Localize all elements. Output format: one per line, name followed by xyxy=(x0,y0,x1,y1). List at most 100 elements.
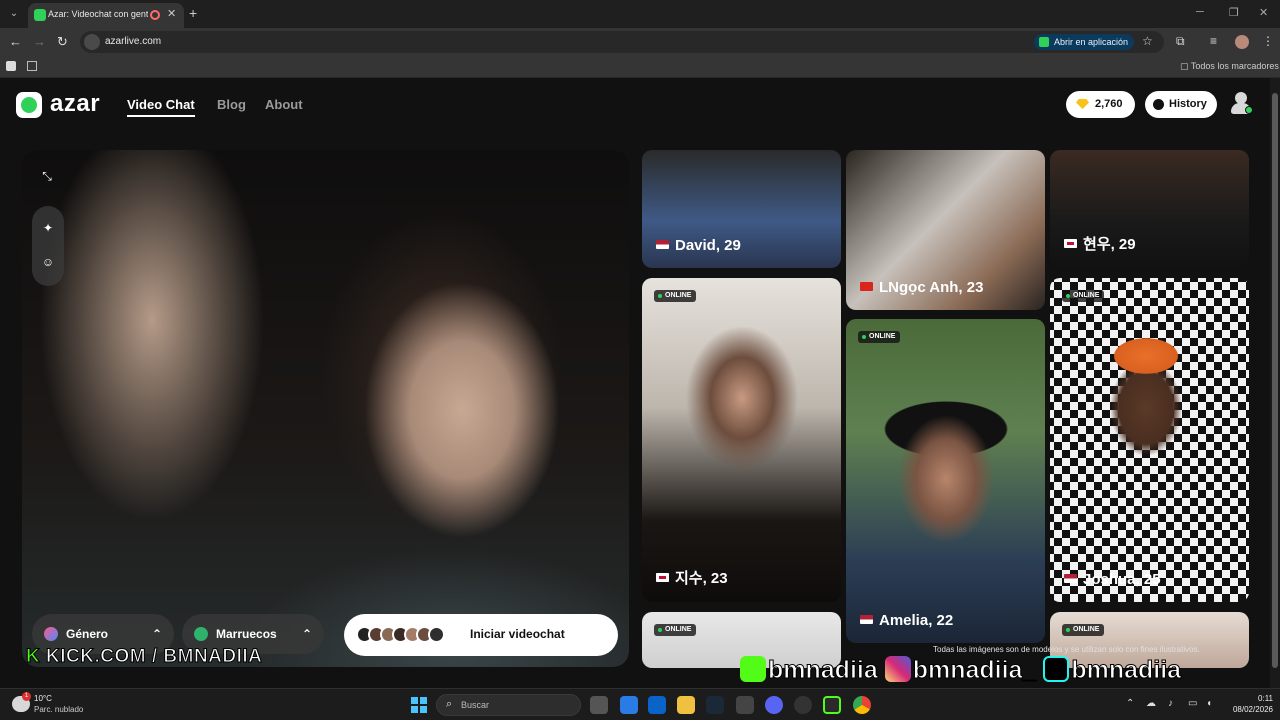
close-tab-icon[interactable]: ✕ xyxy=(167,7,176,20)
site-info-icon[interactable] xyxy=(84,34,100,50)
kr-flag-icon xyxy=(1064,239,1077,248)
profile-name-text: LNgọc Anh, 23 xyxy=(879,279,984,296)
profile-card[interactable]: ONLINE Amelia, 22 xyxy=(846,319,1045,643)
tray-chevron-up-icon[interactable]: ⌃ xyxy=(1126,698,1134,709)
globe-icon xyxy=(194,627,208,641)
taskbar-search[interactable]: ⌕ Buscar xyxy=(436,694,581,716)
recording-icon xyxy=(150,10,160,20)
kick-logo-icon xyxy=(740,656,766,682)
kick-k-logo: K xyxy=(25,646,41,668)
apps-grid-icon[interactable] xyxy=(27,61,37,71)
network-icon[interactable]: ▭ xyxy=(1188,698,1197,709)
online-badge: ONLINE xyxy=(1062,290,1105,302)
tiktok-handle: bmnadiia xyxy=(1071,656,1182,685)
store-icon[interactable] xyxy=(620,696,638,714)
avatar xyxy=(428,626,445,643)
back-icon[interactable]: ← xyxy=(9,34,22,49)
cloud-icon[interactable]: ☁ xyxy=(1146,698,1156,709)
azar-logo[interactable]: azar xyxy=(50,90,100,118)
search-placeholder: Buscar xyxy=(461,700,490,710)
kr-flag-icon xyxy=(656,573,669,582)
minimize-video-icon[interactable]: ⤡ xyxy=(36,165,58,187)
profile-name-text: Joshua, 25 xyxy=(1083,571,1161,588)
profile-card[interactable]: ONLINE 지수, 23 xyxy=(642,278,841,602)
open-in-app-button[interactable]: Abrir en aplicación xyxy=(1034,34,1135,50)
instagram-logo-icon xyxy=(884,656,911,682)
chevron-up-icon: ⌃ xyxy=(301,627,312,641)
address-toolbar: ← → ↻ azarlive.com Abrir en aplicación ☆… xyxy=(0,28,1280,56)
user-account-icon[interactable] xyxy=(1230,92,1253,116)
nav-active-underline xyxy=(127,115,195,117)
task-view-icon[interactable] xyxy=(590,696,608,714)
profile-name: 지수, 23 xyxy=(656,567,728,588)
taskbar-time[interactable]: 0:11 xyxy=(1245,694,1273,703)
history-label: History xyxy=(1169,98,1207,110)
search-icon: ⌕ xyxy=(446,698,453,710)
menu-icon[interactable]: ⋮ xyxy=(1262,34,1274,48)
profile-card[interactable]: David, 29 xyxy=(642,150,841,268)
history-button[interactable]: History xyxy=(1145,91,1217,118)
face-filter-icon[interactable]: ☺ xyxy=(37,251,59,273)
nav-blog[interactable]: Blog xyxy=(217,97,246,112)
kick-app-icon[interactable] xyxy=(823,696,841,714)
profile-card[interactable]: 현우, 29 xyxy=(1050,150,1249,268)
file-explorer-icon[interactable] xyxy=(677,696,695,714)
disclaimer-text: Todas las imágenes son de modelos y se u… xyxy=(933,645,1200,654)
restore-icon[interactable]: ❐ xyxy=(1229,6,1239,19)
snipping-tool-icon[interactable] xyxy=(736,696,754,714)
weather-desc[interactable]: Parc. nublado xyxy=(34,705,83,714)
reading-list-icon[interactable]: ≡ xyxy=(1210,34,1217,48)
url-text[interactable]: azarlive.com xyxy=(105,36,161,47)
start-videochat-button[interactable]: Iniciar videochat xyxy=(344,614,618,656)
nav-video-chat[interactable]: Video Chat xyxy=(127,97,195,112)
bookmark-app-icon[interactable] xyxy=(6,61,16,71)
obs-icon[interactable] xyxy=(794,696,812,714)
azar-favicon-icon xyxy=(34,9,46,21)
azar-app-icon xyxy=(1039,37,1049,47)
profile-name: David, 29 xyxy=(656,237,741,254)
outlook-icon[interactable] xyxy=(648,696,666,714)
discord-icon[interactable] xyxy=(765,696,783,714)
profile-name-text: 지수, 23 xyxy=(675,570,728,587)
new-tab-icon[interactable]: + xyxy=(189,5,197,21)
gem-icon xyxy=(1076,99,1089,109)
steam-icon[interactable] xyxy=(706,696,724,714)
close-window-icon[interactable]: ✕ xyxy=(1259,6,1268,19)
volume-icon[interactable]: ◖ xyxy=(1206,698,1212,709)
page-scrollbar[interactable] xyxy=(1270,78,1280,688)
profile-card[interactable]: LNgọc Anh, 23 xyxy=(846,150,1045,310)
chrome-icon[interactable] xyxy=(853,696,871,714)
browser-tab[interactable]: Azar: Videochat con gente ✕ xyxy=(28,3,184,28)
forward-icon[interactable]: → xyxy=(33,34,46,49)
gender-icon xyxy=(44,627,58,641)
profile-name-text: Amelia, 22 xyxy=(879,612,954,629)
all-bookmarks[interactable]: ▢ Todos los marcadores xyxy=(1180,61,1279,72)
extensions-icon[interactable]: ⧉ xyxy=(1176,34,1185,49)
scroll-thumb[interactable] xyxy=(1272,93,1278,668)
azar-logo-icon[interactable] xyxy=(16,92,42,118)
tab-title: Azar: Videochat con gente xyxy=(48,9,148,19)
reload-icon[interactable]: ↻ xyxy=(57,34,68,50)
tab-search-icon[interactable]: ⌄ xyxy=(6,6,22,22)
profile-avatar[interactable] xyxy=(1235,35,1249,49)
profile-name: Amelia, 22 xyxy=(860,612,953,629)
stream-caption-text: KICK.COM / BMNADIIA xyxy=(46,646,263,668)
instagram-handle: bmnadiia_ xyxy=(912,656,1037,685)
local-video-preview: ⤡ ✦ ☺ Género ⌃ Marruecos ⌃ Iniciar video… xyxy=(22,150,629,667)
omnibox[interactable]: azarlive.com Abrir en aplicación ☆ xyxy=(80,31,1164,53)
weather-temp[interactable]: 10°C xyxy=(34,694,52,703)
gems-button[interactable]: 2,760 xyxy=(1066,91,1135,118)
taskbar-date[interactable]: 08/02/2026 xyxy=(1226,705,1273,714)
effects-wand-icon[interactable]: ✦ xyxy=(37,217,59,239)
minimize-icon[interactable]: ─ xyxy=(1196,6,1204,18)
start-videochat-label: Iniciar videochat xyxy=(470,627,565,641)
clock-icon xyxy=(1153,99,1164,110)
profile-card[interactable]: ONLINE Joshua, 25 xyxy=(1050,278,1249,602)
online-badge: ONLINE xyxy=(654,624,697,636)
nav-about[interactable]: About xyxy=(265,97,303,112)
microphone-icon[interactable]: ♪ xyxy=(1168,698,1173,709)
profile-name-text: 현우, 29 xyxy=(1083,236,1136,253)
bookmark-star-icon[interactable]: ☆ xyxy=(1142,34,1153,48)
windows-start-icon[interactable] xyxy=(411,697,427,713)
open-in-app-label: Abrir en aplicación xyxy=(1054,37,1129,47)
